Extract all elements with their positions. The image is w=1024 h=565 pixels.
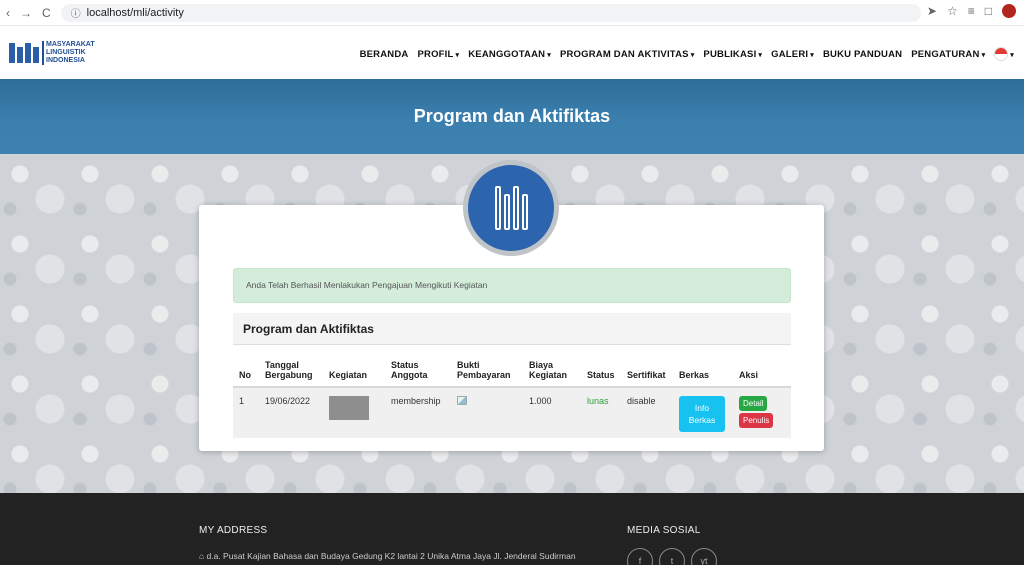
cell-status: lunas bbox=[581, 387, 621, 438]
profile-avatar-icon[interactable] bbox=[1002, 4, 1016, 18]
table-header-row: No Tanggal Bergabung Kegiatan Status Anggo… bbox=[233, 345, 791, 388]
chevron-down-icon: ▾ bbox=[455, 51, 460, 59]
forward-icon[interactable]: → bbox=[20, 6, 32, 20]
header-kegiatan: Kegiatan bbox=[323, 345, 385, 388]
reload-icon[interactable]: C bbox=[42, 6, 51, 20]
nav-galeri[interactable]: GALERI ▾ bbox=[771, 49, 814, 60]
nav-keanggotaan[interactable]: KEANGGOTAAN ▾ bbox=[468, 49, 551, 60]
header-aksi: Aksi bbox=[733, 345, 791, 388]
cell-no: 1 bbox=[233, 387, 259, 438]
address-text: ⌂ d.a. Pusat Kajian Bahasa dan Budaya Ge… bbox=[199, 551, 576, 561]
address-bar[interactable]: ⓘ localhost/mli/activity bbox=[60, 3, 921, 22]
site-footer: MY ADDRESS ⌂ d.a. Pusat Kajian Bahasa da… bbox=[0, 493, 1024, 565]
cell-status-anggota: membership bbox=[385, 387, 451, 438]
header-berkas: Berkas bbox=[673, 345, 733, 388]
header-status-anggota: Status Anggota bbox=[385, 345, 451, 388]
activity-table-panel: Program dan Aktifiktas No Tanggal Bergabu… bbox=[233, 313, 791, 438]
site-logo[interactable]: MASYARAKAT LINGUISTIK INDONESIA bbox=[9, 41, 95, 65]
logo-mark-icon bbox=[9, 43, 39, 63]
back-icon[interactable]: ‹ bbox=[6, 6, 10, 20]
chevron-down-icon: ▾ bbox=[1010, 51, 1014, 59]
detail-button[interactable]: Detail bbox=[739, 396, 768, 411]
cell-aksi: Detail Penulis bbox=[733, 387, 791, 438]
cell-sertifikat: disable bbox=[621, 387, 673, 438]
chevron-down-icon: ▾ bbox=[810, 51, 814, 59]
chevron-down-icon: ▾ bbox=[758, 51, 763, 59]
nav-pengaturan[interactable]: PENGATURAN ▾ bbox=[911, 49, 985, 60]
social-heading: MEDIA SOSIAL bbox=[627, 525, 701, 536]
address-heading: MY ADDRESS bbox=[199, 525, 268, 536]
home-icon: ⌂ bbox=[199, 551, 205, 561]
tab-layout-icon[interactable]: □ bbox=[985, 4, 992, 18]
cell-berkas: Info Berkas bbox=[673, 387, 733, 438]
page-banner: Program dan Aktifiktas bbox=[0, 79, 1024, 154]
bookmark-star-icon[interactable]: ☆ bbox=[947, 4, 958, 18]
cell-tanggal: 19/06/2022 bbox=[259, 387, 323, 438]
browser-toolbar: ‹ → C ⓘ localhost/mli/activity ➤ ☆ ≡ □ bbox=[0, 0, 1024, 26]
avatar bbox=[463, 160, 559, 256]
header-no: No bbox=[233, 345, 259, 388]
header-status: Status bbox=[581, 345, 621, 388]
activity-table: No Tanggal Bergabung Kegiatan Status Anggo… bbox=[233, 345, 791, 438]
send-icon[interactable]: ➤ bbox=[927, 4, 937, 18]
nav-beranda[interactable]: BERANDA bbox=[360, 49, 409, 60]
main-nav: BERANDA PROFIL ▾ KEANGGOTAAN ▾ PROGRAM DAN… bbox=[360, 47, 1014, 61]
mli-logo-icon bbox=[468, 165, 554, 251]
table-row: 1 19/06/2022 membership 1.000 lunas disa… bbox=[233, 387, 791, 438]
nav-buku-panduan[interactable]: BUKU PANDUAN bbox=[823, 49, 902, 60]
site-info-icon[interactable]: ⓘ bbox=[71, 5, 81, 20]
penulis-button[interactable]: Penulis bbox=[739, 413, 774, 428]
nav-profil[interactable]: PROFIL ▾ bbox=[417, 49, 459, 60]
social-links: f t yt bbox=[627, 548, 717, 565]
cell-biaya: 1.000 bbox=[523, 387, 581, 438]
logo-text: MASYARAKAT LINGUISTIK INDONESIA bbox=[42, 41, 95, 65]
nav-program-dan-aktivitas[interactable]: PROGRAM DAN AKTIVITAS ▾ bbox=[560, 49, 694, 60]
facebook-icon[interactable]: f bbox=[627, 548, 653, 565]
indonesia-flag-icon bbox=[994, 47, 1009, 61]
broken-image-icon[interactable] bbox=[457, 396, 467, 405]
address-bar-url: localhost/mli/activity bbox=[86, 6, 184, 19]
cell-bukti-pembayaran[interactable] bbox=[451, 387, 523, 438]
info-berkas-button[interactable]: Info Berkas bbox=[679, 396, 725, 432]
table-title: Program dan Aktifiktas bbox=[233, 313, 791, 345]
nav-publikasi[interactable]: PUBLIKASI ▾ bbox=[703, 49, 762, 60]
page-title: Program dan Aktifiktas bbox=[413, 106, 611, 126]
site-header: MASYARAKAT LINGUISTIK INDONESIA BERANDA … bbox=[0, 27, 1024, 79]
header-tanggal: Tanggal Bergabung bbox=[259, 345, 323, 388]
reading-list-icon[interactable]: ≡ bbox=[968, 4, 975, 18]
chevron-down-icon: ▾ bbox=[981, 51, 986, 59]
header-bukti-pembayaran: Bukti Pembayaran bbox=[451, 345, 523, 388]
twitter-icon[interactable]: t bbox=[659, 548, 685, 565]
youtube-icon[interactable]: yt bbox=[691, 548, 717, 565]
language-selector[interactable]: ▾ bbox=[994, 47, 1014, 61]
chevron-down-icon: ▾ bbox=[690, 51, 695, 59]
chevron-down-icon: ▾ bbox=[547, 51, 551, 59]
cell-kegiatan bbox=[323, 387, 385, 438]
header-sertifikat: Sertifikat bbox=[621, 345, 673, 388]
header-biaya-kegiatan: Biaya Kegiatan bbox=[523, 345, 581, 388]
redacted-block bbox=[329, 396, 369, 420]
success-alert: Anda Telah Berhasil Menlakukan Pengajuan… bbox=[233, 268, 791, 303]
